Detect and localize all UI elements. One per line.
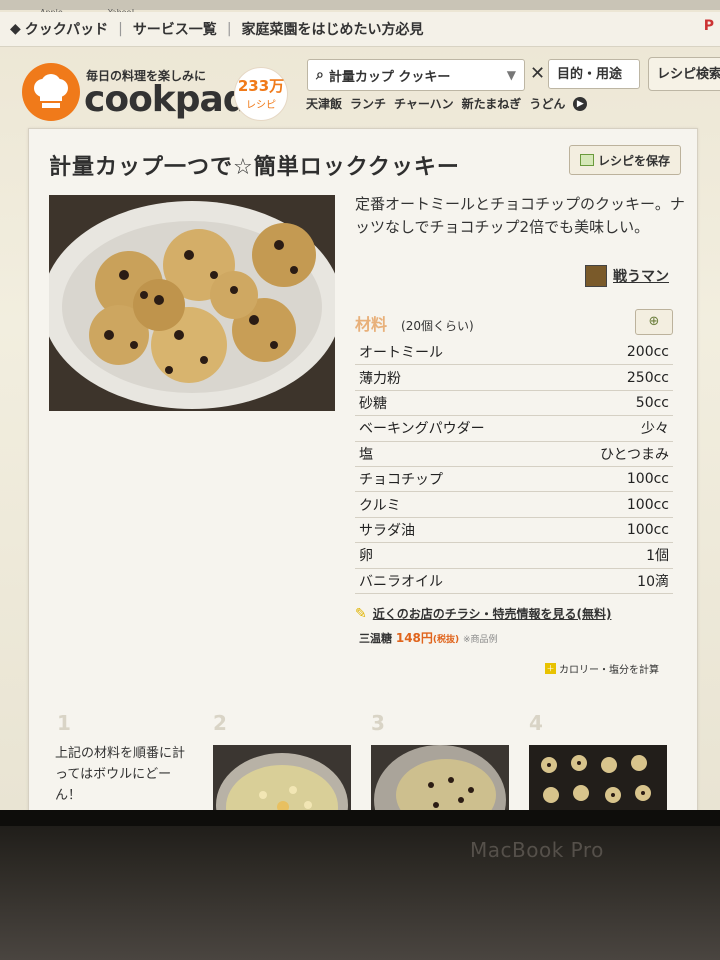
ingredient-name: 卵 [355, 542, 557, 569]
ingredients-heading: 材料 [355, 315, 388, 334]
product-example[interactable]: 三温糖 148円(税抜) ※商品例 [359, 629, 498, 646]
ingredient-row: ベーキングパウダー 少々 [355, 415, 673, 442]
device-label: MacBook Pro [470, 838, 604, 862]
flyer-link-text[interactable]: 近くのお店のチラシ・特売情報を見る(無料) [373, 605, 612, 622]
ingredient-quantity: 250cc [556, 364, 673, 391]
recipe-count: 233万 [237, 77, 285, 95]
close-icon[interactable]: ✕ [530, 63, 545, 84]
keyword-link[interactable]: チャーハン [394, 95, 454, 112]
ingredient-name: 塩 [355, 441, 557, 467]
keyword-link[interactable]: 新たまねぎ [462, 95, 522, 112]
ingredient-quantity: 200cc [556, 340, 673, 366]
recipe-count-badge: 233万 レシピ [234, 67, 288, 121]
laptop-bezel: MacBook Pro [0, 810, 720, 960]
ingredients-header: 材料 (20個くらい) [355, 311, 474, 335]
step-2-photo[interactable] [213, 745, 351, 810]
ingredient-quantity: 1個 [556, 542, 673, 569]
ingredient-quantity: ひとつまみ [556, 441, 673, 467]
ingredient-name: クルミ [355, 491, 557, 518]
keyword-link[interactable]: うどん [529, 95, 565, 112]
ingredient-name: 薄力粉 [355, 364, 557, 391]
shopping-list-icon: ⊕ [648, 314, 660, 329]
nav-service-list[interactable]: サービス一覧 [123, 19, 227, 39]
recipe-search-button[interactable]: レシピ検索 [648, 57, 720, 91]
step-4-photo[interactable] [529, 745, 667, 810]
ingredients-table: オートミール 200cc 薄力粉 250cc 砂糖 50cc ベーキングパウダー 少々塩ひとつ… [355, 340, 673, 594]
flyer-link[interactable]: ✎ 近くのお店のチラシ・特売情報を見る(無料) [355, 605, 611, 622]
keyword-link[interactable]: 天津飯 [306, 95, 342, 112]
author-link[interactable]: 戦うマン [585, 265, 669, 287]
ingredient-name: オートミール [355, 340, 557, 366]
avatar[interactable] [585, 265, 607, 287]
step-number: 4 [529, 711, 543, 735]
chef-hat-icon[interactable] [22, 63, 80, 121]
ingredient-quantity: 少々 [556, 415, 673, 442]
calorie-calc-link[interactable]: ＋ カロリー・塩分を計算 [545, 661, 659, 676]
ingredient-row: オートミール 200cc [355, 340, 673, 366]
calculator-icon: ＋ [545, 663, 556, 674]
step-number: 2 [213, 711, 227, 735]
product-name: 三温糖 [359, 632, 392, 645]
chevron-down-icon[interactable]: ▼ [507, 68, 516, 82]
search-value: 計量カップ クッキー [328, 69, 451, 85]
ingredient-quantity: 100cc [556, 517, 673, 544]
save-recipe-label: レシピを保存 [597, 153, 670, 168]
step-number: 1 [57, 711, 71, 735]
bookmarks-strip: Apple Yahoo! [0, 0, 720, 17]
pinterest-icon[interactable]: P [704, 18, 714, 34]
ingredient-quantity: 100cc [556, 466, 673, 493]
ingredient-quantity: 10滴 [556, 568, 673, 594]
author-name[interactable]: 戦うマン [613, 266, 669, 286]
ingredient-name: 砂糖 [355, 390, 557, 417]
add-to-list-button[interactable]: ⊕ [635, 309, 673, 335]
ingredient-row: 塩ひとつまみ [355, 441, 673, 467]
ingredient-name: チョコチップ [355, 466, 557, 493]
step-1-text: 上記の材料を順番に計ってはボウルにどーん！ [55, 746, 186, 803]
recipe-card: 計量カップ一つで☆簡単ロッククッキー レシピを保存 定番オートミールとチョコチッ… [28, 128, 698, 810]
ingredient-name: ベーキングパウダー [355, 415, 557, 442]
service-nav: ◆ クックパッド | サービス一覧 | 家庭菜園をはじめたい方必見 P [0, 12, 720, 47]
search-icon: ⌕ [316, 67, 324, 83]
ingredient-row: サラダ油 100cc [355, 517, 673, 544]
step-number: 3 [371, 711, 385, 735]
ingredient-row: チョコチップ 100cc [355, 466, 673, 493]
chevron-right-icon[interactable]: ▶ [573, 96, 588, 111]
ingredient-name: バニラオイル [355, 568, 557, 594]
site-header: 毎日の料理を楽しみに cookpad 233万 レシピ ⌕ 計量カップ クッキー… [0, 47, 720, 125]
calorie-calc-text[interactable]: カロリー・塩分を計算 [559, 661, 659, 676]
recipe-description: 定番オートミールとチョコチップのクッキー。ナッツなしでチョコチップ2倍でも美味し… [355, 195, 685, 236]
flyer-icon: ✎ [355, 605, 367, 622]
recipe-steps: 1 上記の材料を順番に計ってはボウルにどーん！ 2 3 4 [29, 709, 697, 810]
product-price: 148円 [395, 631, 433, 645]
servings: (20個くらい) [401, 319, 474, 333]
nav-cookpad[interactable]: クックパッド [21, 19, 118, 39]
keyword-search-input[interactable]: ⌕ 計量カップ クッキー ▼ [307, 59, 525, 91]
ingredient-row: クルミ 100cc [355, 491, 673, 518]
cookpad-logo[interactable]: cookpad [84, 79, 249, 120]
ingredient-quantity: 100cc [556, 491, 673, 518]
save-recipe-button[interactable]: レシピを保存 [569, 145, 681, 175]
popular-keywords: 天津飯 ランチ チャーハン 新たまねぎ うどん ▶ [306, 95, 588, 112]
nav-promo-link[interactable]: 家庭菜園をはじめたい方必見 [232, 19, 434, 39]
folder-icon [579, 154, 594, 166]
purpose-input[interactable]: 目的・用途 [548, 59, 640, 89]
browser-screen: Apple Yahoo! ◆ クックパッド | サービス一覧 | 家庭菜園をはじ… [0, 0, 720, 810]
back-arrow-icon: ◆ [10, 21, 21, 37]
ingredient-row: 薄力粉 250cc [355, 364, 673, 391]
product-note: ※商品例 [462, 635, 498, 645]
recipe-photo[interactable] [49, 195, 335, 411]
ingredient-name: サラダ油 [355, 517, 557, 544]
recipe-count-unit: レシピ [246, 100, 276, 111]
ingredient-row: バニラオイル 10滴 [355, 568, 673, 594]
product-tax: (税抜) [432, 635, 460, 645]
keyword-link[interactable]: ランチ [350, 95, 386, 112]
recipe-title: 計量カップ一つで☆簡単ロッククッキー [49, 155, 460, 180]
step-3-photo[interactable] [371, 745, 509, 810]
ingredient-quantity: 50cc [556, 390, 673, 417]
ingredient-row: 卵 1個 [355, 542, 673, 569]
bezel-edge [0, 810, 720, 826]
ingredient-row: 砂糖 50cc [355, 390, 673, 417]
